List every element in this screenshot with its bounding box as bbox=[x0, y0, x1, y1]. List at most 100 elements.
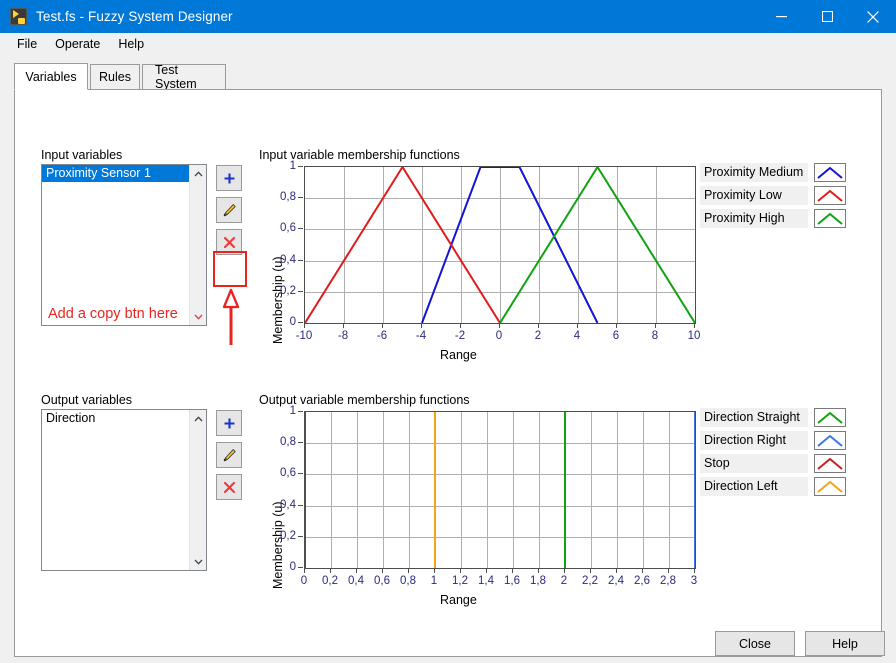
tick-mark bbox=[304, 568, 305, 573]
add-input-variable-button[interactable] bbox=[216, 165, 242, 191]
legend-label: Proximity High bbox=[700, 209, 808, 228]
window-title: Test.fs - Fuzzy System Designer bbox=[36, 9, 233, 24]
output-variables-list[interactable]: Direction bbox=[41, 409, 207, 571]
y-axis-tick: 0,2 bbox=[256, 528, 303, 544]
close-button-footer[interactable]: Close bbox=[715, 631, 795, 656]
tab-rules-label: Rules bbox=[99, 70, 131, 84]
tick-mark bbox=[512, 568, 513, 573]
y-axis-tick: 0,4 bbox=[256, 252, 303, 268]
title-bar: Test.fs - Fuzzy System Designer bbox=[0, 0, 896, 33]
legend-color-swatch[interactable] bbox=[814, 209, 846, 228]
legend-entry[interactable]: Direction Straight bbox=[700, 408, 846, 427]
menu-bar: File Operate Help bbox=[0, 33, 896, 55]
tick-mark bbox=[298, 259, 303, 261]
edit-output-variable-button[interactable] bbox=[216, 442, 242, 468]
legend-color-swatch[interactable] bbox=[814, 454, 846, 473]
y-axis-tick: 0,6 bbox=[256, 465, 303, 481]
scroll-up-icon[interactable] bbox=[190, 410, 206, 427]
fuzzy-system-designer-window: Test.fs - Fuzzy System Designer File Ope… bbox=[0, 0, 896, 663]
tick-mark bbox=[298, 535, 303, 537]
input-variables-items: Proximity Sensor 1 bbox=[42, 165, 189, 325]
tick-mark bbox=[538, 323, 539, 328]
plus-icon bbox=[224, 173, 234, 183]
tick-mark bbox=[460, 323, 461, 328]
tick-mark bbox=[298, 567, 303, 568]
list-item[interactable]: Proximity Sensor 1 bbox=[42, 165, 189, 182]
legend-label: Proximity Medium bbox=[700, 163, 808, 182]
scroll-down-icon[interactable] bbox=[190, 553, 206, 570]
minimize-button[interactable] bbox=[758, 0, 804, 33]
x-axis-tick: 0 bbox=[479, 323, 519, 342]
x-axis-tick: 3 bbox=[674, 568, 714, 587]
y-axis-tick: 0 bbox=[256, 559, 303, 575]
menu-file[interactable]: File bbox=[8, 34, 46, 54]
list-item[interactable]: Direction bbox=[42, 410, 189, 427]
tick-mark bbox=[408, 568, 409, 573]
legend-entry[interactable]: Direction Left bbox=[700, 477, 846, 496]
series-line bbox=[499, 167, 695, 323]
legend-color-swatch[interactable] bbox=[814, 408, 846, 427]
tick-mark bbox=[616, 568, 617, 573]
tick-mark bbox=[642, 568, 643, 573]
legend-color-swatch[interactable] bbox=[814, 477, 846, 496]
tab-test-system-label: Test System bbox=[155, 63, 197, 91]
tick-mark bbox=[694, 568, 695, 573]
chart-series-layer bbox=[305, 412, 695, 568]
edit-input-variable-button[interactable] bbox=[216, 197, 242, 223]
y-axis-tick: 0,8 bbox=[256, 434, 303, 450]
tick-mark bbox=[382, 323, 383, 328]
legend-color-swatch[interactable] bbox=[814, 163, 846, 182]
input-chart-xlabel: Range bbox=[440, 348, 477, 362]
tick-mark bbox=[590, 568, 591, 573]
tab-test-system[interactable]: Test System bbox=[142, 63, 226, 91]
tick-mark bbox=[499, 323, 500, 328]
x-icon bbox=[223, 236, 235, 248]
tick-mark bbox=[668, 568, 669, 573]
maximize-button[interactable] bbox=[804, 0, 850, 33]
legend-entry[interactable]: Proximity Low bbox=[700, 186, 846, 205]
add-output-variable-button[interactable] bbox=[216, 410, 242, 436]
scroll-up-icon[interactable] bbox=[190, 165, 206, 182]
input-variables-list[interactable]: Proximity Sensor 1 bbox=[41, 164, 207, 326]
menu-operate[interactable]: Operate bbox=[46, 34, 109, 54]
output-variables-label: Output variables bbox=[41, 393, 133, 407]
tick-mark bbox=[343, 323, 344, 328]
input-variables-label: Input variables bbox=[41, 148, 123, 162]
tab-rules[interactable]: Rules bbox=[90, 64, 140, 90]
output-variables-items: Direction bbox=[42, 410, 189, 570]
x-axis-tick: 6 bbox=[596, 323, 636, 342]
input-list-scrollbar[interactable] bbox=[189, 165, 206, 325]
output-chart-xlabel: Range bbox=[440, 593, 477, 607]
legend-entry[interactable]: Proximity High bbox=[700, 209, 846, 228]
series-line bbox=[421, 167, 599, 323]
tick-mark bbox=[616, 323, 617, 328]
delete-output-variable-button[interactable] bbox=[216, 474, 242, 500]
tick-mark bbox=[356, 568, 357, 573]
legend-color-swatch[interactable] bbox=[814, 431, 846, 450]
x-axis-tick: -2 bbox=[440, 323, 480, 342]
close-button[interactable] bbox=[850, 0, 896, 33]
legend-entry[interactable]: Proximity Medium bbox=[700, 163, 846, 182]
tick-mark bbox=[434, 568, 435, 573]
y-axis-tick: 0,8 bbox=[256, 189, 303, 205]
y-axis-tick: 1 bbox=[256, 403, 303, 419]
legend-color-swatch[interactable] bbox=[814, 186, 846, 205]
y-axis-tick: 0,6 bbox=[256, 220, 303, 236]
tick-mark bbox=[304, 323, 305, 328]
legend-label: Stop bbox=[700, 454, 808, 473]
input-chart-plot-area bbox=[304, 166, 696, 324]
legend-label: Direction Straight bbox=[700, 408, 808, 427]
x-axis-tick: 10 bbox=[674, 323, 714, 342]
tick-mark bbox=[298, 442, 303, 444]
output-list-scrollbar[interactable] bbox=[189, 410, 206, 570]
legend-entry[interactable]: Direction Right bbox=[700, 431, 846, 450]
tick-mark bbox=[298, 228, 303, 230]
menu-help[interactable]: Help bbox=[109, 34, 153, 54]
legend-entry[interactable]: Stop bbox=[700, 454, 846, 473]
help-button-footer[interactable]: Help bbox=[805, 631, 885, 656]
y-axis-tick: 0,4 bbox=[256, 497, 303, 513]
scroll-down-icon[interactable] bbox=[190, 308, 206, 325]
tick-mark bbox=[298, 166, 303, 167]
tick-mark bbox=[577, 323, 578, 328]
tab-variables[interactable]: Variables bbox=[14, 63, 88, 90]
